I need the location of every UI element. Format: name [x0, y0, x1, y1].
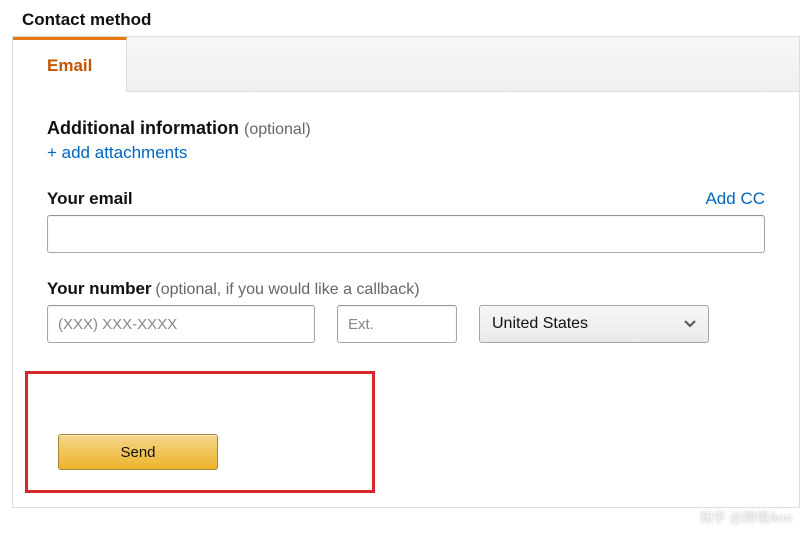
- email-field-row: Your email Add CC: [47, 189, 765, 253]
- number-hint: (optional, if you would like a callback): [155, 281, 419, 298]
- number-field-row: Your number (optional, if you would like…: [47, 279, 765, 343]
- section-title: Contact method: [12, 10, 800, 30]
- tabs-bar: Email: [13, 37, 799, 92]
- number-label: Your number: [47, 279, 152, 298]
- add-cc-link[interactable]: Add CC: [705, 189, 765, 209]
- country-select[interactable]: United States: [479, 305, 709, 343]
- highlight-box: Send: [25, 371, 375, 493]
- send-button[interactable]: Send: [58, 434, 218, 470]
- form-body: Additional information (optional) + add …: [13, 92, 799, 507]
- chevron-down-icon: [684, 318, 696, 330]
- additional-info-label-bold: Additional information: [47, 118, 239, 138]
- email-input[interactable]: [47, 215, 765, 253]
- country-selected-value: United States: [492, 315, 588, 333]
- contact-panel: Email Additional information (optional) …: [12, 36, 800, 508]
- watermark: 知乎 @跨境Ann: [700, 507, 792, 526]
- email-label: Your email: [47, 189, 133, 209]
- ext-input[interactable]: [337, 305, 457, 343]
- add-attachments-link[interactable]: + add attachments: [47, 143, 765, 163]
- phone-input[interactable]: [47, 305, 315, 343]
- additional-info-label: Additional information (optional): [47, 118, 765, 139]
- additional-info-optional: (optional): [244, 121, 311, 138]
- tab-email[interactable]: Email: [13, 37, 127, 92]
